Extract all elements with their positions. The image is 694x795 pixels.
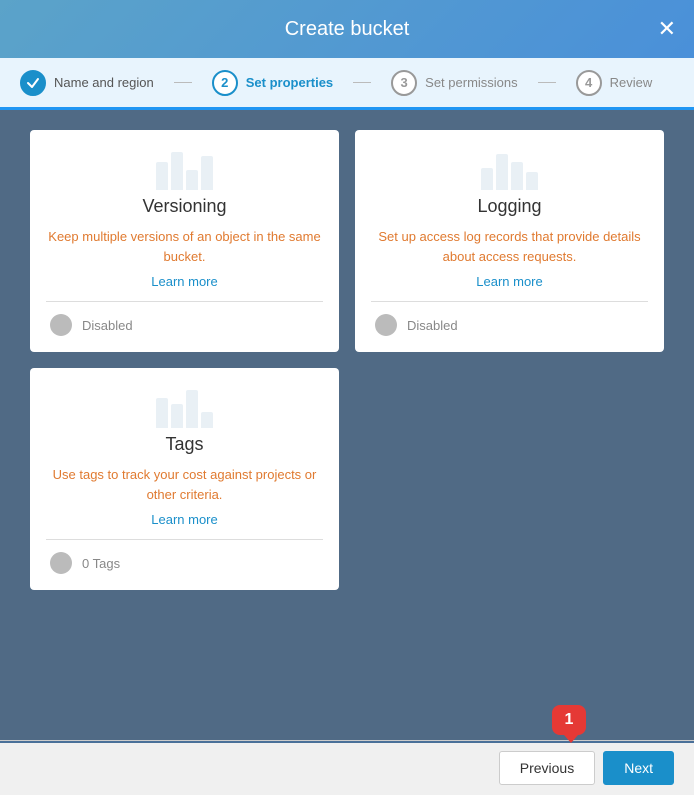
versioning-toggle[interactable] bbox=[50, 314, 72, 336]
tags-desc: Use tags to track your cost against proj… bbox=[46, 465, 323, 504]
logging-title: Logging bbox=[477, 196, 541, 217]
modal-footer: 1 Previous Next bbox=[0, 740, 694, 795]
step-3[interactable]: 3 Set permissions bbox=[391, 70, 517, 96]
step-1-label: Name and region bbox=[54, 75, 154, 90]
logging-card: Logging Set up access log records that p… bbox=[355, 130, 664, 352]
step-3-label: Set permissions bbox=[425, 75, 517, 90]
modal-body: Versioning Keep multiple versions of an … bbox=[0, 110, 694, 740]
close-button[interactable]: ✕ bbox=[658, 18, 676, 40]
modal-header: Create bucket ✕ bbox=[0, 0, 694, 58]
step-2[interactable]: 2 Set properties bbox=[212, 70, 333, 96]
step-divider-2 bbox=[353, 82, 371, 83]
tags-toggle-row: 0 Tags bbox=[46, 552, 323, 574]
versioning-icon bbox=[155, 146, 215, 190]
step-2-label: Set properties bbox=[246, 75, 333, 90]
next-button[interactable]: Next bbox=[603, 751, 674, 785]
step-divider-1 bbox=[174, 82, 192, 83]
cards-grid: Versioning Keep multiple versions of an … bbox=[30, 130, 664, 590]
steps-bar: Name and region 2 Set properties 3 Set p… bbox=[0, 58, 694, 110]
checkmark-icon bbox=[26, 76, 40, 90]
versioning-card: Versioning Keep multiple versions of an … bbox=[30, 130, 339, 352]
tags-card: Tags Use tags to track your cost against… bbox=[30, 368, 339, 590]
step-4-label: Review bbox=[610, 75, 653, 90]
step-3-circle: 3 bbox=[391, 70, 417, 96]
step-divider-3 bbox=[538, 82, 556, 83]
logging-toggle-label: Disabled bbox=[407, 318, 458, 333]
tags-toggle[interactable] bbox=[50, 552, 72, 574]
logging-toggle-row: Disabled bbox=[371, 314, 648, 336]
step-2-circle: 2 bbox=[212, 70, 238, 96]
notification-bubble: 1 bbox=[552, 705, 586, 735]
versioning-learn-more[interactable]: Learn more bbox=[151, 274, 217, 289]
modal-title: Create bucket bbox=[285, 18, 410, 41]
previous-button[interactable]: Previous bbox=[499, 751, 595, 785]
logging-icon bbox=[480, 146, 540, 190]
step-1[interactable]: Name and region bbox=[20, 70, 154, 96]
notification-count: 1 bbox=[565, 711, 574, 729]
tags-icon bbox=[155, 384, 215, 428]
step-1-circle bbox=[20, 70, 46, 96]
logging-desc: Set up access log records that provide d… bbox=[371, 227, 648, 266]
create-bucket-modal: Create bucket ✕ Name and region 2 Set pr… bbox=[0, 0, 694, 795]
versioning-toggle-row: Disabled bbox=[46, 314, 323, 336]
step-4[interactable]: 4 Review bbox=[576, 70, 653, 96]
tags-learn-more[interactable]: Learn more bbox=[151, 512, 217, 527]
logging-divider bbox=[371, 301, 648, 302]
step-4-circle: 4 bbox=[576, 70, 602, 96]
versioning-divider bbox=[46, 301, 323, 302]
tags-toggle-label: 0 Tags bbox=[82, 556, 120, 571]
logging-toggle[interactable] bbox=[375, 314, 397, 336]
logging-learn-more[interactable]: Learn more bbox=[476, 274, 542, 289]
tags-divider bbox=[46, 539, 323, 540]
versioning-title: Versioning bbox=[142, 196, 226, 217]
tags-title: Tags bbox=[165, 434, 203, 455]
versioning-toggle-label: Disabled bbox=[82, 318, 133, 333]
versioning-desc: Keep multiple versions of an object in t… bbox=[46, 227, 323, 266]
footer-line bbox=[0, 741, 694, 743]
